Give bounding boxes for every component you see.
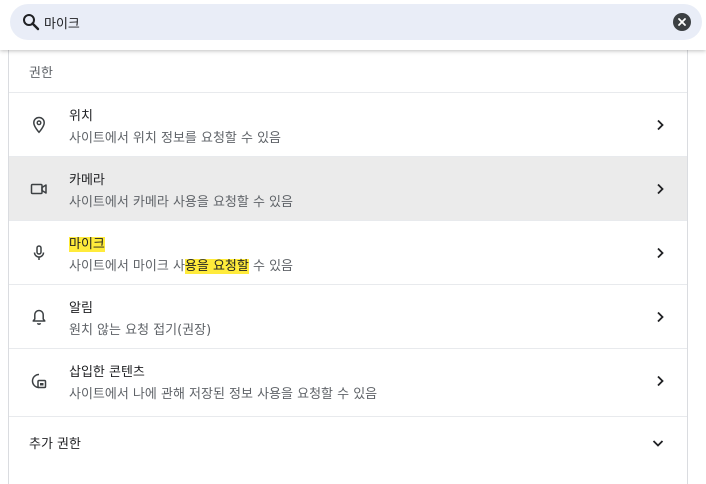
search-bar (0, 0, 706, 50)
permission-row-location[interactable]: 위치 사이트에서 위치 정보를 요청할 수 있음 (9, 92, 687, 156)
chevron-right-icon (653, 373, 667, 387)
permission-row-embedded-content[interactable]: 삽입한 콘텐츠 사이트에서 나에 관해 저장된 정보 사용을 요청할 수 있음 (9, 348, 687, 412)
permission-subtitle: 사이트에서 위치 정보를 요청할 수 있음 (69, 131, 282, 146)
search-box[interactable] (10, 4, 702, 40)
more-permissions-label: 추가 권한 (29, 437, 81, 452)
permission-subtitle: 사이트에서 나에 관해 저장된 정보 사용을 요청할 수 있음 (69, 387, 378, 402)
permission-subtitle: 원치 않는 요청 접기(권장) (69, 323, 212, 338)
search-match-highlight: 용을 요청할 (184, 259, 249, 274)
subtitle-part: 수 있음 (248, 259, 293, 274)
section-title: 권한 (29, 66, 53, 81)
search-input[interactable] (44, 12, 644, 32)
more-permissions-toggle[interactable]: 추가 권한 (9, 416, 687, 464)
permission-title: 카메라 (69, 173, 105, 188)
subtitle-part: 사이트에서 마이크 사 (69, 259, 185, 274)
chevron-right-icon (653, 245, 667, 259)
clear-search-button[interactable] (673, 13, 691, 31)
microphone-icon (29, 243, 49, 263)
permission-row-notifications[interactable]: 알림 원치 않는 요청 접기(권장) (9, 284, 687, 348)
search-match-highlight: 마이크 (69, 237, 105, 252)
permission-title: 위치 (69, 109, 93, 124)
permission-title: 마이크 (69, 233, 105, 252)
permission-row-microphone[interactable]: 마이크 사이트에서 마이크 사용을 요청할 수 있음 (9, 220, 687, 284)
camera-icon (29, 179, 49, 199)
search-icon (22, 13, 40, 31)
permissions-panel: 권한 위치 사이트에서 위치 정보를 요청할 수 있음 카메라 사이트에서 카메… (8, 50, 688, 484)
embedded-content-icon (29, 371, 49, 391)
permission-title: 알림 (69, 301, 93, 316)
chevron-right-icon (653, 117, 667, 131)
permission-subtitle: 사이트에서 카메라 사용을 요청할 수 있음 (69, 195, 293, 210)
location-pin-icon (29, 115, 49, 135)
permission-title: 삽입한 콘텐츠 (69, 365, 145, 380)
bell-icon (29, 307, 49, 327)
chevron-right-icon (653, 309, 667, 323)
chevron-right-icon (653, 181, 667, 195)
close-circle-icon (678, 18, 686, 26)
permission-subtitle: 사이트에서 마이크 사용을 요청할 수 있음 (69, 255, 293, 274)
chevron-down-icon (651, 435, 665, 449)
permission-row-camera[interactable]: 카메라 사이트에서 카메라 사용을 요청할 수 있음 (9, 156, 687, 220)
